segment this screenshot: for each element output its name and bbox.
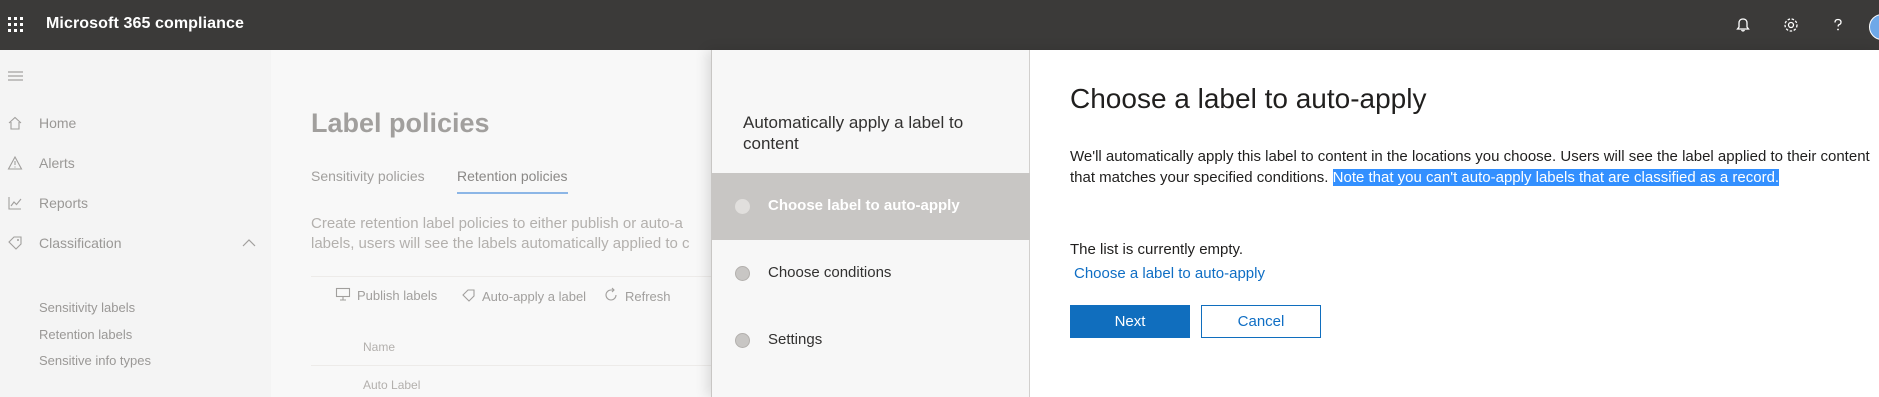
bell-icon[interactable] <box>1731 13 1755 37</box>
top-bar: Microsoft 365 compliance <box>0 0 1879 50</box>
nav-subitem-retention-labels[interactable]: Retention labels <box>39 327 132 342</box>
nav-item-classification[interactable]: Classification <box>0 228 271 258</box>
empty-list-message: The list is currently empty. <box>1070 241 1244 258</box>
wizard-content: Choose a label to auto-apply We'll autom… <box>1030 50 1879 397</box>
step-indicator <box>735 199 750 214</box>
publish-icon <box>335 287 351 304</box>
gear-icon[interactable] <box>1779 13 1803 37</box>
chevron-up-icon[interactable] <box>241 236 257 248</box>
publish-labels-label: Publish labels <box>357 288 438 303</box>
app-title[interactable]: Microsoft 365 compliance <box>46 15 244 33</box>
step-indicator <box>735 333 750 348</box>
step-choose-label[interactable]: Choose label to auto-apply <box>712 173 1030 240</box>
tab-sensitivity-policies[interactable]: Sensitivity policies <box>311 168 425 184</box>
refresh-button[interactable]: Refresh <box>603 287 671 306</box>
description-line: Create retention label policies to eithe… <box>311 215 683 232</box>
step-label: Settings <box>768 331 823 348</box>
cancel-button[interactable]: Cancel <box>1201 305 1321 338</box>
step-choose-conditions[interactable]: Choose conditions <box>712 240 1030 307</box>
description-line: labels, users will see the labels automa… <box>311 235 690 252</box>
nav-item-label: Home <box>39 115 77 131</box>
row-divider <box>311 365 711 366</box>
auto-apply-label-button[interactable]: Auto-apply a label <box>462 287 586 306</box>
refresh-icon <box>603 287 619 306</box>
nav-item-label: Reports <box>39 195 89 211</box>
page-description: Create retention label policies to eithe… <box>311 214 751 254</box>
page-title: Label policies <box>311 108 490 138</box>
wizard-description: We'll automatically apply this label to … <box>1070 146 1879 188</box>
step-label: Choose conditions <box>768 264 892 281</box>
auto-apply-wizard-panel: Automatically apply a label to content C… <box>711 50 1879 397</box>
waffle-icon[interactable] <box>6 13 30 37</box>
chart-icon <box>7 195 23 211</box>
label-policies-page: Label policies Sensitivity policies Rete… <box>271 50 731 397</box>
tag-icon <box>7 235 23 251</box>
choose-label-link[interactable]: Choose a label to auto-apply <box>1074 265 1265 282</box>
wizard-title: Automatically apply a label to content <box>743 113 964 153</box>
nav-subitem-sensitive-info-types[interactable]: Sensitive info types <box>39 353 151 368</box>
nav-item-reports[interactable]: Reports <box>0 188 271 218</box>
step-label: Choose label to auto-apply <box>768 197 960 214</box>
avatar[interactable] <box>1869 14 1879 40</box>
alert-icon <box>7 155 23 171</box>
help-icon[interactable] <box>1826 13 1850 37</box>
nav-item-home[interactable]: Home <box>0 108 271 138</box>
hamburger-icon[interactable] <box>7 69 25 83</box>
step-indicator <box>735 266 750 281</box>
column-header-name[interactable]: Name <box>363 340 395 354</box>
nav-item-label: Alerts <box>39 155 75 171</box>
step-settings[interactable]: Settings <box>712 307 1030 374</box>
next-button[interactable]: Next <box>1070 305 1190 338</box>
table-row[interactable]: Auto Label <box>363 378 420 392</box>
wizard-steps: Automatically apply a label to content C… <box>712 50 1030 397</box>
left-navigation: Home Alerts Reports Classification Sensi… <box>0 50 271 397</box>
auto-apply-label: Auto-apply a label <box>482 289 587 304</box>
auto-apply-icon <box>462 287 476 306</box>
publish-labels-button[interactable]: Publish labels <box>335 287 437 304</box>
refresh-label: Refresh <box>625 289 671 304</box>
tab-retention-policies[interactable]: Retention policies <box>457 168 568 194</box>
nav-subitem-sensitivity-labels[interactable]: Sensitivity labels <box>39 300 135 315</box>
home-icon <box>7 115 23 131</box>
wizard-heading: Choose a label to auto-apply <box>1070 83 1427 114</box>
nav-item-label: Classification <box>39 235 122 251</box>
selected-text: Note that you can't auto-apply labels th… <box>1332 169 1780 186</box>
nav-item-alerts[interactable]: Alerts <box>0 148 271 178</box>
toolbar: Publish labels Auto-apply a label Refres… <box>311 276 731 316</box>
